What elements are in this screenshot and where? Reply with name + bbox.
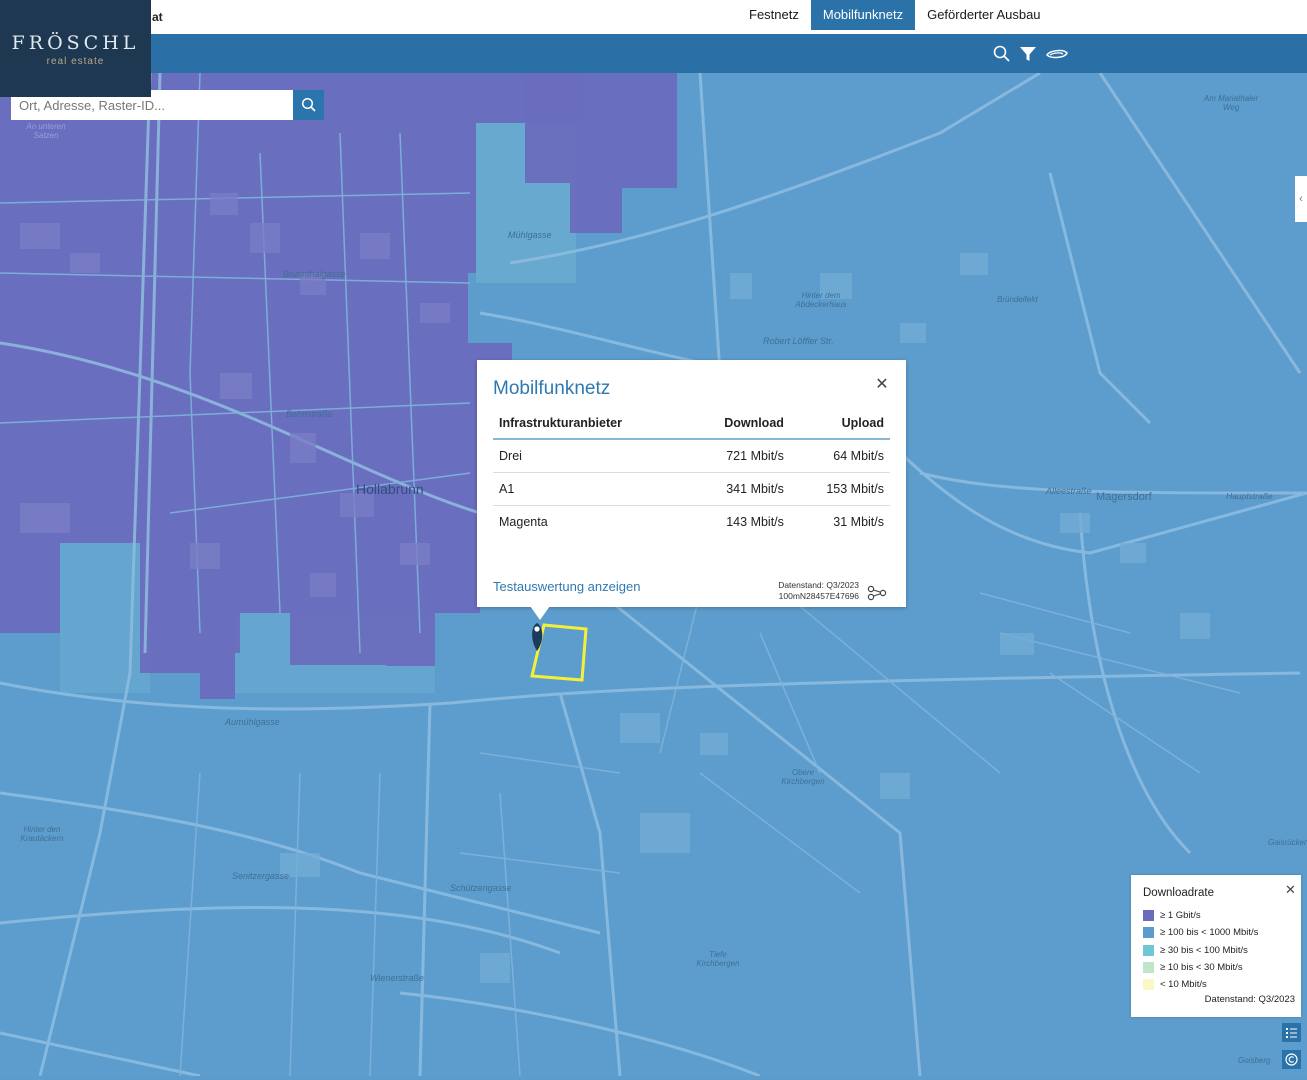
logo-brand: FRÖSCHL	[11, 32, 140, 54]
map-toolbar	[0, 34, 1307, 73]
download-rate-legend: Downloadrate ✕ ≥ 1 Gbit/s ≥ 100 bis < 10…	[1131, 875, 1301, 1017]
search-icon[interactable]	[992, 44, 1012, 64]
search-button[interactable]	[293, 90, 324, 120]
legend-item: < 10 Mbit/s	[1143, 976, 1258, 993]
street-label: Hauptstraße	[1226, 491, 1273, 501]
table-row: Drei 721 Mbit/s 64 Mbit/s	[493, 439, 890, 473]
layers-icon[interactable]	[1045, 44, 1069, 64]
chevron-left-icon: ‹	[1299, 193, 1303, 205]
legend-item: ≥ 10 bis < 30 Mbit/s	[1143, 959, 1258, 976]
table-header-row: Infrastrukturanbieter Download Upload	[493, 407, 890, 440]
table-row: A1 341 Mbit/s 153 Mbit/s	[493, 472, 890, 506]
street-label: Mühlgasse	[508, 230, 552, 240]
logo-tagline: real estate	[46, 56, 105, 67]
tab-gefoerderter-ausbau[interactable]: Geförderter Ausbau	[915, 0, 1052, 30]
copyright-icon	[1285, 1053, 1298, 1066]
column-header-upload: Upload	[789, 407, 890, 440]
street-label: Aumühlgasse	[225, 717, 280, 727]
legend-close-icon[interactable]: ✕	[1285, 882, 1296, 898]
share-icon[interactable]	[867, 584, 887, 602]
coverage-patch	[60, 543, 150, 693]
copyright-button[interactable]	[1282, 1050, 1301, 1069]
froeschl-logo: FRÖSCHL real estate	[0, 0, 151, 97]
area-label: Hinter den Krautäckern	[20, 825, 64, 843]
area-label: An unteren Satzen	[26, 122, 66, 140]
area-label: Obere Kirchbergen	[781, 768, 825, 786]
legend-swatch	[1143, 944, 1154, 956]
tab-mobilfunknetz[interactable]: Mobilfunknetz	[810, 0, 916, 30]
legend-label: ≥ 100 bis < 1000 Mbit/s	[1160, 927, 1259, 939]
provider-name: Drei	[493, 439, 687, 473]
area-label: Tiefe Kirchbergen	[696, 950, 740, 968]
area-label: Gaisrücken	[1268, 838, 1307, 847]
street-label: Wienerstraße	[370, 973, 424, 983]
popup-title: Mobilfunknetz	[493, 378, 611, 399]
provider-name: Magenta	[499, 514, 548, 529]
raster-id: 100mN28457E47696	[778, 591, 859, 601]
area-label: Goisberg	[1238, 1056, 1271, 1065]
place-label: Magersdorf	[1096, 491, 1152, 503]
legend-swatch	[1143, 927, 1154, 939]
side-panel-toggle[interactable]: ‹	[1295, 176, 1307, 222]
legend-label: ≥ 1 Gbit/s	[1160, 910, 1201, 922]
town-label: Hollabrunn	[356, 481, 424, 497]
legend-item: ≥ 100 bis < 1000 Mbit/s	[1143, 924, 1258, 941]
top-navigation: at Festnetz Mobilfunknetz Geförderter Au…	[0, 0, 1307, 34]
legend-label: < 10 Mbit/s	[1160, 979, 1207, 991]
area-label: Bründelfeld	[997, 295, 1038, 304]
page-title-fragment: at	[152, 10, 163, 24]
legend-swatch	[1143, 962, 1154, 974]
legend-items: ≥ 1 Gbit/s ≥ 100 bis < 1000 Mbit/s ≥ 30 …	[1143, 907, 1258, 993]
popup-pointer	[530, 606, 550, 620]
legend-swatch	[1143, 910, 1154, 922]
street-label: Robert Löffler Str.	[763, 336, 834, 346]
list-icon	[1286, 1028, 1297, 1038]
upload-rate: 153 Mbit/s	[789, 472, 890, 506]
upload-rate: 64 Mbit/s	[789, 439, 890, 473]
legend-toggle-button[interactable]	[1282, 1023, 1301, 1042]
street-label: Alleestraße	[1046, 486, 1092, 496]
provider-table: Infrastrukturanbieter Download Upload Dr…	[493, 407, 890, 538]
legend-item: ≥ 1 Gbit/s	[1143, 907, 1258, 924]
street-label: Senitzergasse	[232, 871, 290, 881]
test-evaluation-link[interactable]: Testauswertung anzeigen	[493, 579, 640, 594]
table-row: Magenta 143 Mbit/s 31 Mbit/s	[493, 505, 890, 538]
popup-close-icon[interactable]: ✕	[875, 377, 889, 393]
legend-item: ≥ 30 bis < 100 Mbit/s	[1143, 942, 1258, 959]
street-label: Bahnstraße	[286, 409, 333, 419]
area-label: Hinter dem Abdeckerhaus	[795, 291, 847, 309]
network-tabs: Festnetz Mobilfunknetz Geförderter Ausba…	[737, 0, 1053, 30]
column-header-download: Download	[686, 407, 790, 440]
area-label: Am Mariathaler Weg	[1203, 94, 1259, 112]
legend-label: ≥ 10 bis < 30 Mbit/s	[1160, 962, 1243, 974]
mobile-network-popup: Mobilfunknetz ✕ Infrastrukturanbieter Do…	[477, 360, 906, 607]
street-label: Schützengasse	[450, 883, 512, 893]
tab-festnetz[interactable]: Festnetz	[737, 0, 811, 30]
data-date: Datenstand: Q3/2023	[778, 580, 859, 590]
column-header-provider: Infrastrukturanbieter	[493, 407, 687, 440]
provider-name: A1	[493, 472, 687, 506]
search-icon	[301, 97, 316, 112]
legend-data-date: Datenstand: Q3/2023	[1204, 994, 1295, 1005]
legend-label: ≥ 30 bis < 100 Mbit/s	[1160, 944, 1248, 956]
street-label: Brunnthalgasse	[283, 269, 346, 279]
download-rate: 143 Mbit/s	[726, 514, 784, 529]
download-rate: 721 Mbit/s	[686, 439, 790, 473]
popup-meta: Datenstand: Q3/2023 100mN28457E47696	[747, 580, 859, 602]
filter-icon[interactable]	[1018, 44, 1038, 64]
legend-swatch	[1143, 979, 1154, 991]
legend-title: Downloadrate	[1143, 887, 1214, 899]
upload-rate: 31 Mbit/s	[833, 514, 884, 529]
download-rate: 341 Mbit/s	[686, 472, 790, 506]
